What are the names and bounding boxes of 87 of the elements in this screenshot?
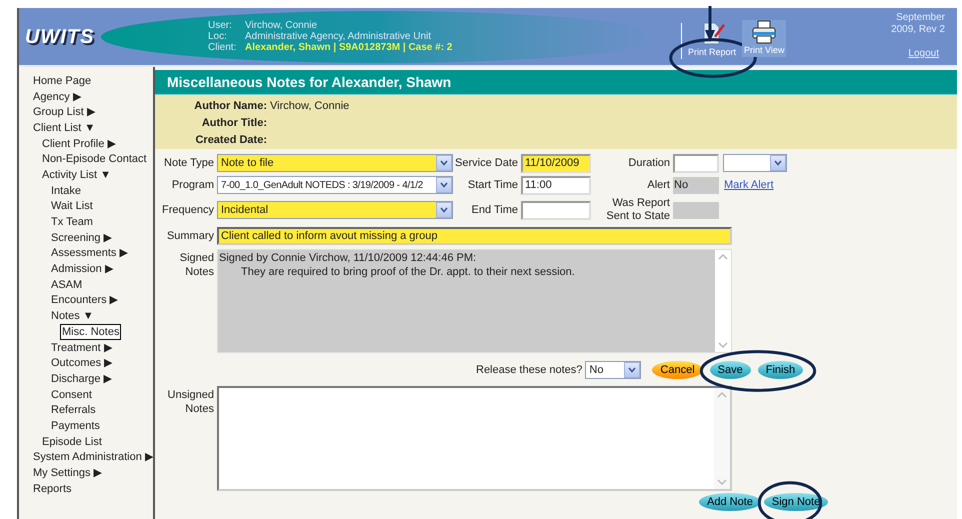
mark-alert-link[interactable]: Mark Alert — [724, 178, 774, 191]
scrollbar[interactable] — [715, 250, 731, 352]
field-label: Signed Notes — [178, 251, 215, 280]
info-label: User: — [208, 20, 233, 31]
select-field[interactable]: Note to file — [217, 154, 453, 172]
select-field[interactable]: 7-00_1.0_GenAdult NOTEDS : 3/19/2009 - 4/1/2 — [217, 176, 453, 194]
info-value: Virchow, Connie — [245, 20, 318, 31]
action-button[interactable]: Sign Note — [764, 493, 828, 511]
author-value: Virchow, Connie — [270, 99, 350, 114]
page-title: Miscellaneous Notes for Alexander, Shawn — [155, 70, 957, 95]
nav-item[interactable]: Intake — [51, 184, 81, 198]
logo: UWITS — [25, 24, 96, 50]
nav-item[interactable]: ASAM — [51, 278, 82, 292]
note-text: They are required to bring proof of the Dr. appt. to their next session. — [240, 265, 576, 279]
field-label: Start Time — [466, 178, 519, 192]
nav-item[interactable]: Group List ▶ — [33, 105, 95, 120]
nav-item[interactable]: Client Profile ▶ — [42, 136, 116, 151]
nav-item[interactable]: System Administration ▶ — [33, 450, 153, 464]
author-label: Author Title: — [200, 116, 268, 131]
summary-field[interactable]: Client called to inform avout missing a group — [217, 227, 732, 245]
release-label: Release these notes? — [476, 362, 582, 378]
dropdown-button[interactable] — [624, 362, 640, 378]
nav-item[interactable]: Assessments ▶ — [51, 246, 128, 260]
info-value: Administrative Agency, Administrative Unit — [245, 31, 432, 42]
field-label: Service Date — [454, 156, 519, 170]
action-button[interactable]: Cancel — [652, 361, 703, 379]
select-field[interactable] — [723, 154, 787, 172]
readonly-field: No — [673, 176, 719, 194]
chevron-down-icon — [440, 207, 448, 213]
info-value: Alexander, Shawn | S9A012873M | Case #: 2 — [245, 42, 452, 53]
input-field[interactable]: 11:00 — [521, 176, 591, 194]
unsigned-notes-field[interactable] — [217, 386, 732, 491]
nav-item[interactable]: My Settings ▶ — [33, 466, 102, 480]
field-label: Summary — [166, 228, 215, 244]
nav-item[interactable]: Wait List — [51, 199, 93, 214]
input-field[interactable] — [673, 154, 719, 172]
field-label: Was Report Sent to State — [605, 197, 671, 223]
printer-icon — [751, 20, 778, 44]
readonly-field — [673, 202, 719, 218]
field-label: Duration — [627, 156, 671, 170]
nav-item[interactable]: Reports — [33, 482, 72, 496]
author-label: Created Date: — [194, 133, 268, 148]
nav-item[interactable]: Consent — [51, 388, 92, 402]
nav-item[interactable]: Client List ▼ — [33, 120, 96, 135]
select-field[interactable]: No — [585, 361, 642, 379]
nav-item[interactable]: Notes ▼ — [51, 309, 94, 324]
nav-item[interactable]: Encounters ▶ — [51, 293, 118, 308]
dropdown-button[interactable] — [770, 155, 786, 171]
author-label: Author Name: — [193, 99, 268, 114]
action-button[interactable]: Add Note — [699, 493, 761, 511]
action-button[interactable]: Save — [710, 361, 751, 379]
nav-item[interactable]: Misc. Notes — [60, 324, 122, 340]
nav-item[interactable]: Outcomes ▶ — [51, 356, 112, 370]
dropdown-button[interactable] — [436, 177, 452, 193]
chevron-down-icon — [774, 160, 782, 166]
nav-item[interactable]: Tx Team — [51, 215, 93, 230]
note-text: Signed by Connie Virchow, 11/10/2009 12:44:46 PM: — [219, 251, 478, 265]
dropdown-button[interactable] — [436, 202, 452, 218]
nav-item[interactable]: Discharge ▶ — [51, 372, 112, 386]
action-button[interactable]: Finish — [758, 361, 804, 379]
field-label: Program — [170, 178, 215, 192]
field-label: Unsigned Notes — [166, 388, 215, 417]
nav-item[interactable]: Referrals — [51, 403, 96, 418]
info-label: Client: — [208, 42, 238, 53]
field-label: Alert — [646, 178, 671, 192]
scrollbar[interactable] — [714, 388, 730, 489]
nav-item[interactable]: Admission ▶ — [51, 262, 113, 276]
input-field[interactable]: 11/10/2009 — [521, 154, 591, 172]
nav-item[interactable]: Screening ▶ — [51, 230, 112, 245]
info-label: Loc: — [208, 31, 228, 42]
dropdown-button[interactable] — [436, 155, 452, 171]
nav-item[interactable]: Episode List — [42, 434, 102, 449]
nav-item[interactable]: Activity List ▼ — [42, 168, 111, 182]
chevron-down-icon — [440, 182, 448, 188]
nav-item[interactable]: Treatment ▶ — [51, 340, 112, 355]
nav-item[interactable]: Agency ▶ — [33, 90, 81, 104]
nav-item[interactable]: Home Page — [33, 74, 92, 88]
nav-item[interactable]: Payments — [51, 418, 100, 433]
version-text: September 2009, Rev 2 — [890, 12, 945, 36]
select-field[interactable]: Incidental — [217, 201, 453, 219]
field-label: Note Type — [163, 156, 215, 170]
chevron-down-icon — [628, 367, 636, 373]
field-label: Frequency — [161, 204, 215, 216]
input-field[interactable] — [521, 200, 591, 220]
nav-item[interactable]: Non-Episode Contact — [42, 152, 147, 166]
field-label: End Time — [470, 204, 519, 216]
chevron-down-icon — [440, 160, 448, 166]
